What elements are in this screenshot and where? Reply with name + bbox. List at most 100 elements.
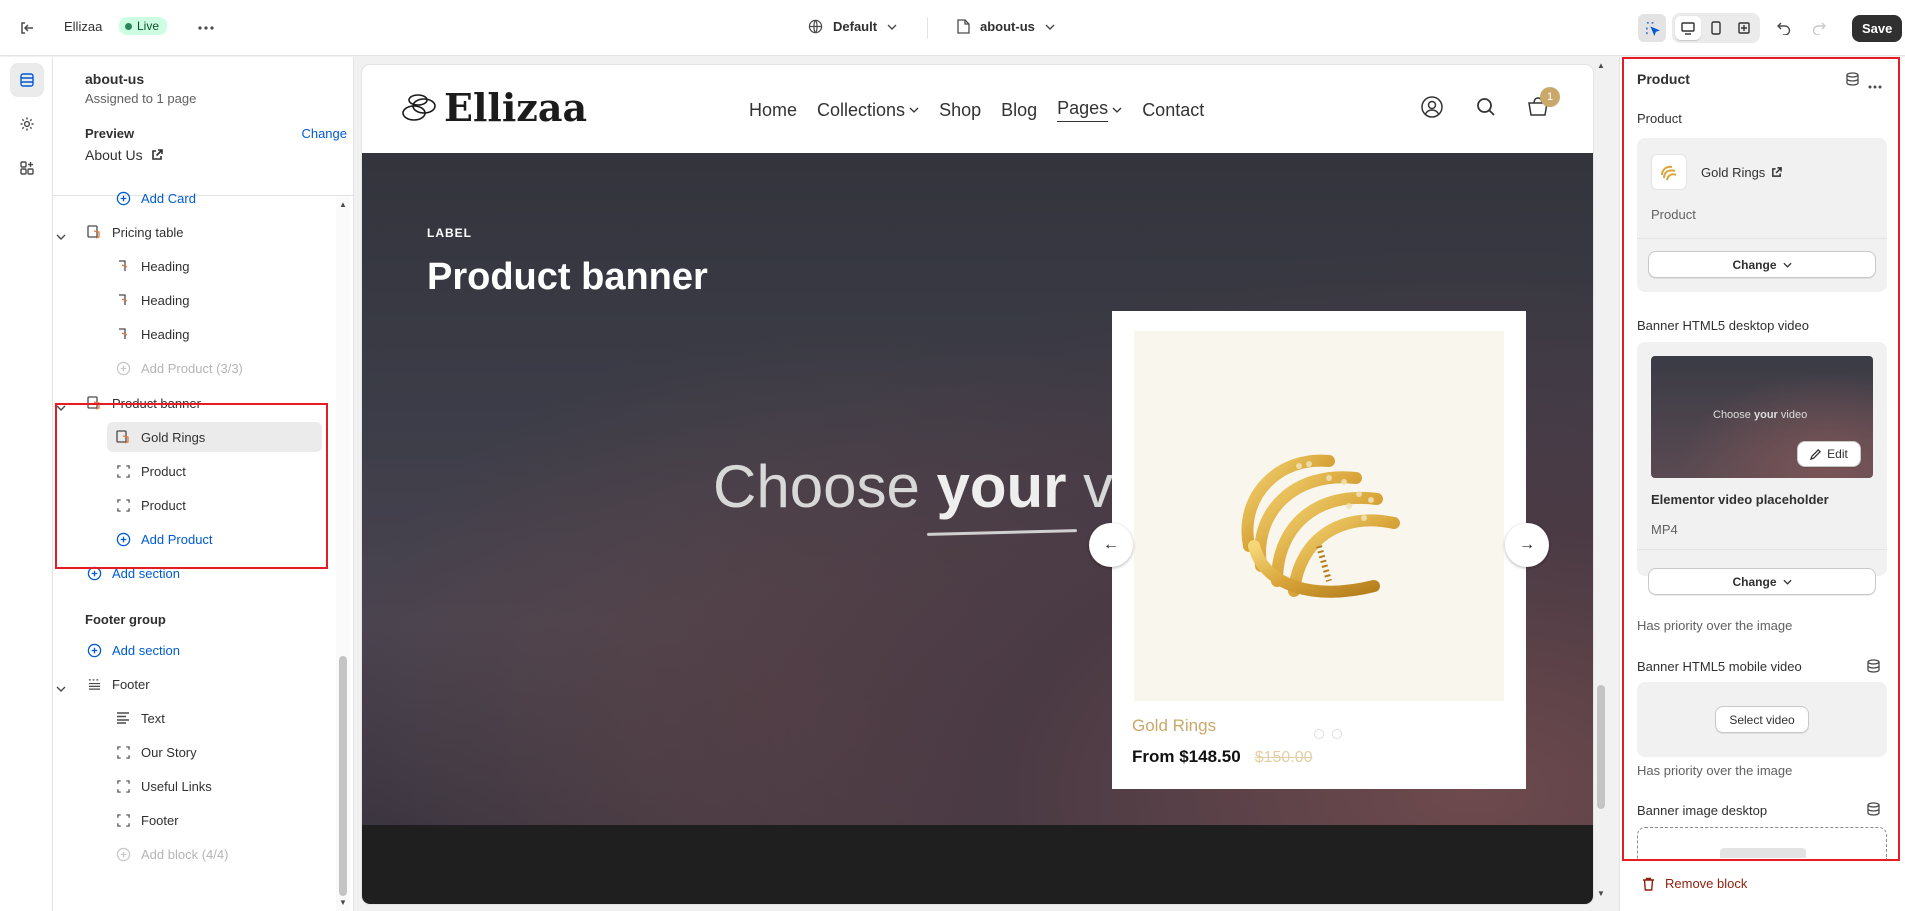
text-block-icon (117, 712, 129, 724)
fullscreen-icon[interactable] (1731, 16, 1757, 40)
divider (1637, 238, 1887, 239)
logo-text: Ellizaa (444, 85, 588, 130)
desktop-video-picker: Choose your video Edit Elementor video p… (1637, 342, 1887, 576)
mobile-icon[interactable] (1703, 16, 1729, 40)
picked-product-name[interactable]: Gold Rings (1701, 165, 1765, 180)
dynamic-source-icon[interactable] (1846, 72, 1859, 89)
nav-contact[interactable]: Contact (1142, 98, 1204, 122)
tree-block[interactable]: Heading (53, 251, 336, 281)
tree-group: Footer group (53, 604, 336, 634)
canvas-scrollbar[interactable]: ▲ ▼ (1594, 57, 1608, 911)
heading-block-icon (119, 328, 128, 339)
left-scrollbar[interactable]: ▲ ▼ (336, 196, 350, 911)
add-item[interactable]: Add Card (53, 183, 336, 213)
external-link-icon[interactable] (151, 149, 163, 161)
account-icon[interactable] (1421, 96, 1443, 121)
preview-canvas: Ellizaa Home Collections Shop Blog Pages… (362, 65, 1593, 904)
tree-section[interactable]: Footer (53, 669, 336, 699)
video-text-c: v (1066, 453, 1112, 520)
nav-blog[interactable]: Blog (1001, 98, 1037, 122)
more-icon[interactable] (193, 15, 219, 41)
image-desktop-label: Banner image desktop (1637, 803, 1768, 818)
product-thumb (1651, 154, 1687, 190)
tree-block[interactable]: Heading (53, 285, 336, 315)
desktop-icon[interactable] (1675, 16, 1701, 40)
tree-block[interactable]: Our Story (53, 737, 336, 767)
rings-logo-icon (402, 93, 436, 121)
exit-icon[interactable] (14, 15, 40, 41)
template-select[interactable]: about-us (957, 19, 1055, 34)
product-card[interactable]: Gold Rings From $148.50 $150.00 (1112, 311, 1526, 789)
chevron-down-icon (1782, 262, 1792, 268)
tree-item-label: Heading (141, 292, 190, 308)
chevron-down-icon[interactable] (56, 228, 66, 243)
trash-icon (1643, 877, 1654, 891)
heading-block-icon (119, 294, 128, 305)
preview-page[interactable]: About Us (85, 147, 143, 163)
video-name: Elementor video placeholder (1651, 492, 1829, 507)
more-options-icon[interactable] (1868, 77, 1882, 92)
select-video-button[interactable]: Select video (1715, 706, 1809, 733)
slide-dot-1[interactable] (1296, 729, 1306, 739)
store-logo[interactable]: Ellizaa (400, 85, 587, 130)
tree-section[interactable]: Pricing table (53, 217, 336, 247)
left-scroll-thumb[interactable] (339, 656, 347, 896)
tree-block[interactable]: Footer (53, 805, 336, 835)
tree-block[interactable]: Useful Links (53, 771, 336, 801)
add-item[interactable]: Add section (53, 635, 336, 665)
search-icon[interactable] (1476, 97, 1496, 120)
tree-item-label: Useful Links (141, 778, 212, 794)
change-video-label: Change (1732, 574, 1777, 589)
prev-slide-arrow-icon[interactable]: ← (1089, 523, 1133, 567)
video-text-b: your (936, 453, 1067, 520)
tree-block[interactable]: Heading (53, 319, 336, 349)
add-item: Add Product (3/3) (53, 353, 336, 383)
chevron-down-icon (1112, 107, 1122, 113)
redo-icon[interactable] (1806, 15, 1832, 41)
tree-item-icon (86, 676, 102, 692)
card-product-name[interactable]: Gold Rings (1132, 716, 1216, 736)
chevron-down-icon (1045, 24, 1055, 30)
external-link-icon[interactable] (1771, 167, 1783, 178)
text-underline (926, 529, 1078, 536)
tree-item-label: Add block (4/4) (141, 846, 229, 862)
apps-icon[interactable] (10, 151, 44, 185)
save-button[interactable]: Save (1852, 15, 1903, 42)
priority-note: Has priority over the image (1637, 618, 1793, 633)
chevron-down-icon[interactable] (56, 680, 66, 695)
nav-pages[interactable]: Pages (1057, 98, 1122, 122)
tree-block[interactable]: Text (53, 703, 336, 733)
remove-block-button[interactable]: Remove block (1642, 876, 1747, 891)
image-drop-zone[interactable] (1637, 827, 1887, 859)
edit-video-button[interactable]: Edit (1797, 441, 1861, 467)
change-product-button[interactable]: Change (1648, 251, 1876, 278)
settings-gear-icon[interactable] (10, 107, 44, 141)
nav-home[interactable]: Home (749, 98, 797, 122)
template-header: about-us Assigned to 1 page Preview Chan… (53, 57, 353, 196)
sections-icon[interactable] (10, 63, 44, 97)
undo-icon[interactable] (1771, 15, 1797, 41)
inspector-icon[interactable] (1638, 14, 1666, 42)
slide-dot-2[interactable] (1314, 729, 1324, 739)
change-preview-link[interactable]: Change (301, 126, 347, 141)
heading-block-icon (119, 260, 128, 271)
theme-select[interactable]: Default (808, 19, 897, 34)
nav-collections[interactable]: Collections (817, 98, 919, 122)
dynamic-source-icon[interactable] (1867, 659, 1880, 676)
tree-item-icon (115, 258, 131, 274)
product-banner-section[interactable]: LABEL Product banner Choose your v Gold … (362, 153, 1593, 825)
nav-shop[interactable]: Shop (939, 98, 981, 122)
slide-dot-3[interactable] (1332, 729, 1342, 739)
card-price: From $148.50 (1132, 747, 1241, 766)
canvas-scroll-thumb[interactable] (1597, 685, 1605, 809)
video-format: MP4 (1651, 522, 1678, 537)
template-select-label: about-us (980, 19, 1035, 34)
chevron-down-icon (887, 24, 897, 30)
select-image-button[interactable] (1720, 848, 1806, 858)
change-video-button[interactable]: Change (1648, 568, 1876, 595)
dynamic-source-icon[interactable] (1867, 802, 1880, 819)
next-slide-arrow-icon[interactable]: → (1505, 523, 1549, 567)
picked-product-type: Product (1651, 207, 1696, 222)
video-thumb-text-a: Choose (1713, 409, 1754, 421)
video-thumb-text-c: video (1777, 409, 1808, 421)
